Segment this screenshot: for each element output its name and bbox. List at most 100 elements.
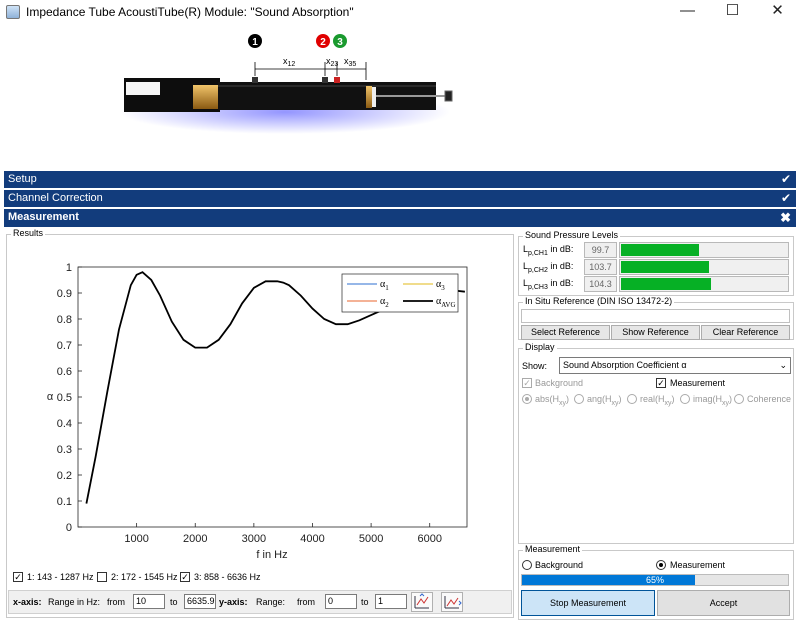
x-to-input[interactable]: 6635.9 — [184, 594, 216, 609]
range-1-label: 1: 143 - 1287 Hz — [27, 572, 94, 582]
close-button[interactable]: ✕ — [755, 0, 800, 24]
mode-real-radio[interactable] — [627, 394, 637, 404]
measurement-progress-bar: 65% — [521, 574, 789, 586]
y-from-input[interactable]: 0 — [325, 594, 357, 609]
spl-label-ch3: Lp,CH3 in dB: — [523, 278, 574, 291]
svg-text:x23: x23 — [326, 56, 338, 68]
y-to-input[interactable]: 1 — [375, 594, 407, 609]
chevron-down-icon: ⌄ — [779, 360, 787, 370]
measurement-radio-label: Measurement — [670, 560, 726, 570]
y-axis-label: α — [47, 391, 54, 403]
background-radio[interactable] — [522, 560, 532, 570]
accept-button[interactable]: Accept — [657, 590, 790, 616]
y-tick-label: 0.2 — [57, 470, 72, 482]
x-tick-label: 1000 — [124, 533, 148, 545]
title-bar: Impedance Tube AcoustiTube(R) Module: "S… — [0, 0, 800, 24]
y-tick-label: 1 — [66, 262, 72, 274]
app-window: Impedance Tube AcoustiTube(R) Module: "S… — [0, 0, 800, 624]
channel-correction-panel-title: Channel Correction — [8, 192, 103, 204]
y-tick-label: 0.9 — [57, 288, 72, 300]
range-2-checkbox[interactable] — [97, 572, 107, 582]
mic-marker-label-1: 1 — [252, 37, 258, 48]
maximize-button[interactable]: ☐ — [710, 0, 755, 24]
mic-marker-label-2: 2 — [320, 37, 326, 48]
minimize-button[interactable]: — — [665, 0, 710, 24]
background-radio-label: Background — [535, 560, 584, 570]
svg-text:x35: x35 — [344, 56, 356, 68]
y-tick-label: 0.4 — [57, 418, 72, 430]
spl-meter-fill-ch2 — [621, 261, 709, 273]
mode-coherence-radio[interactable] — [734, 394, 744, 404]
tube-illustration: x12 x23 x35 1 23 — [120, 34, 453, 134]
absorption-chart: 0 0.1 0.2 0.3 0.4 0.5 0.6 0.7 0.8 0.9 1 1000 2000 30… — [47, 262, 468, 561]
spl-value-ch2: 103.7 — [584, 259, 617, 275]
tube-brass-ring — [193, 85, 219, 109]
measurement-checkbox-label: Measurement — [670, 378, 726, 388]
y-tick-label: 0.8 — [57, 314, 72, 326]
range-3-label: 3: 858 - 6636 Hz — [194, 572, 261, 582]
x-tick-label: 2000 — [183, 533, 207, 545]
autoscale-y-icon[interactable] — [441, 592, 463, 612]
setup-panel-header[interactable]: Setup ✔ — [4, 171, 796, 188]
x-to-label: to — [170, 597, 178, 607]
tube-ring-white — [372, 87, 376, 107]
select-reference-button[interactable]: Select Reference — [521, 325, 610, 340]
mode-real-label: real(Hxy) — [640, 394, 675, 407]
y-from-label: from — [297, 597, 315, 607]
chart-legend: α1α2α3αAVG — [341, 273, 459, 313]
mode-abs-radio[interactable] — [522, 394, 532, 404]
spl-value-ch3: 104.3 — [584, 276, 617, 292]
spl-label-ch2: Lp,CH2 in dB: — [523, 261, 574, 274]
dim-x35-sub: 35 — [349, 61, 357, 68]
measurement-radio[interactable] — [656, 560, 666, 570]
mode-ang-radio[interactable] — [574, 394, 584, 404]
clear-reference-button[interactable]: Clear Reference — [701, 325, 790, 340]
y-axis-label-text: y-axis: — [219, 597, 248, 607]
range-1-checkbox[interactable]: ✓ — [13, 572, 23, 582]
show-reference-button[interactable]: Show Reference — [611, 325, 700, 340]
show-label: Show: — [522, 361, 548, 371]
stop-measurement-button[interactable]: Stop Measurement — [521, 590, 655, 616]
spl-meter-fill-ch1 — [621, 244, 700, 256]
spl-meter-fill-ch3 — [621, 278, 711, 290]
tube-ring-right — [366, 86, 372, 108]
x-tick-label: 3000 — [242, 533, 266, 545]
background-checkbox[interactable]: ✓ — [522, 378, 532, 388]
tube-diagram: x12 x23 x35 1 23 — [0, 24, 800, 170]
measurement-checkbox[interactable]: ✓ — [656, 378, 666, 388]
x-from-input[interactable]: 10 — [133, 594, 165, 609]
show-select[interactable]: Sound Absorption Coefficient α ⌄ — [559, 357, 791, 374]
spl-title: Sound Pressure Levels — [523, 230, 621, 241]
y-tick-label: 0.3 — [57, 444, 72, 456]
x-tick-label: 5000 — [359, 533, 383, 545]
mic-port-2 — [322, 77, 328, 83]
x-axis-label-text: x-axis: — [13, 597, 42, 607]
x-axis-label: f in Hz — [256, 549, 287, 561]
tube-knob — [444, 90, 453, 102]
mode-abs-label: abs(Hxy) — [535, 394, 570, 407]
y-tick-label: 0.1 — [57, 496, 72, 508]
dim-x23-sub: 23 — [331, 61, 339, 68]
autoscale-x-icon[interactable] — [411, 592, 433, 612]
mic-port-1 — [252, 77, 258, 83]
check-icon: ✔ — [780, 191, 791, 205]
range-3-checkbox[interactable]: ✓ — [180, 572, 190, 582]
x-range-label: Range in Hz: — [48, 597, 101, 607]
tube-left-white — [126, 82, 160, 95]
mode-ang-label: ang(Hxy) — [587, 394, 622, 407]
check-icon: ✔ — [780, 172, 791, 186]
spl-value-ch1: 99.7 — [584, 242, 617, 258]
reference-field[interactable] — [521, 309, 790, 323]
background-checkbox-label: Background — [535, 378, 584, 388]
mode-imag-label: imag(Hxy) — [693, 394, 733, 407]
insitu-title: In Situ Reference (DIN ISO 13472-2) — [523, 296, 675, 307]
measurement-panel-header[interactable]: Measurement ✖ — [4, 209, 796, 227]
close-panel-icon[interactable]: ✖ — [780, 209, 791, 226]
svg-text:x12: x12 — [283, 56, 295, 68]
mode-imag-radio[interactable] — [680, 394, 690, 404]
channel-correction-panel-header[interactable]: Channel Correction ✔ — [4, 190, 796, 207]
spl-label-ch1: Lp,CH1 in dB: — [523, 244, 574, 257]
y-tick-label: 0 — [66, 522, 72, 534]
display-title: Display — [523, 342, 557, 353]
show-select-value: Sound Absorption Coefficient α — [563, 360, 687, 370]
